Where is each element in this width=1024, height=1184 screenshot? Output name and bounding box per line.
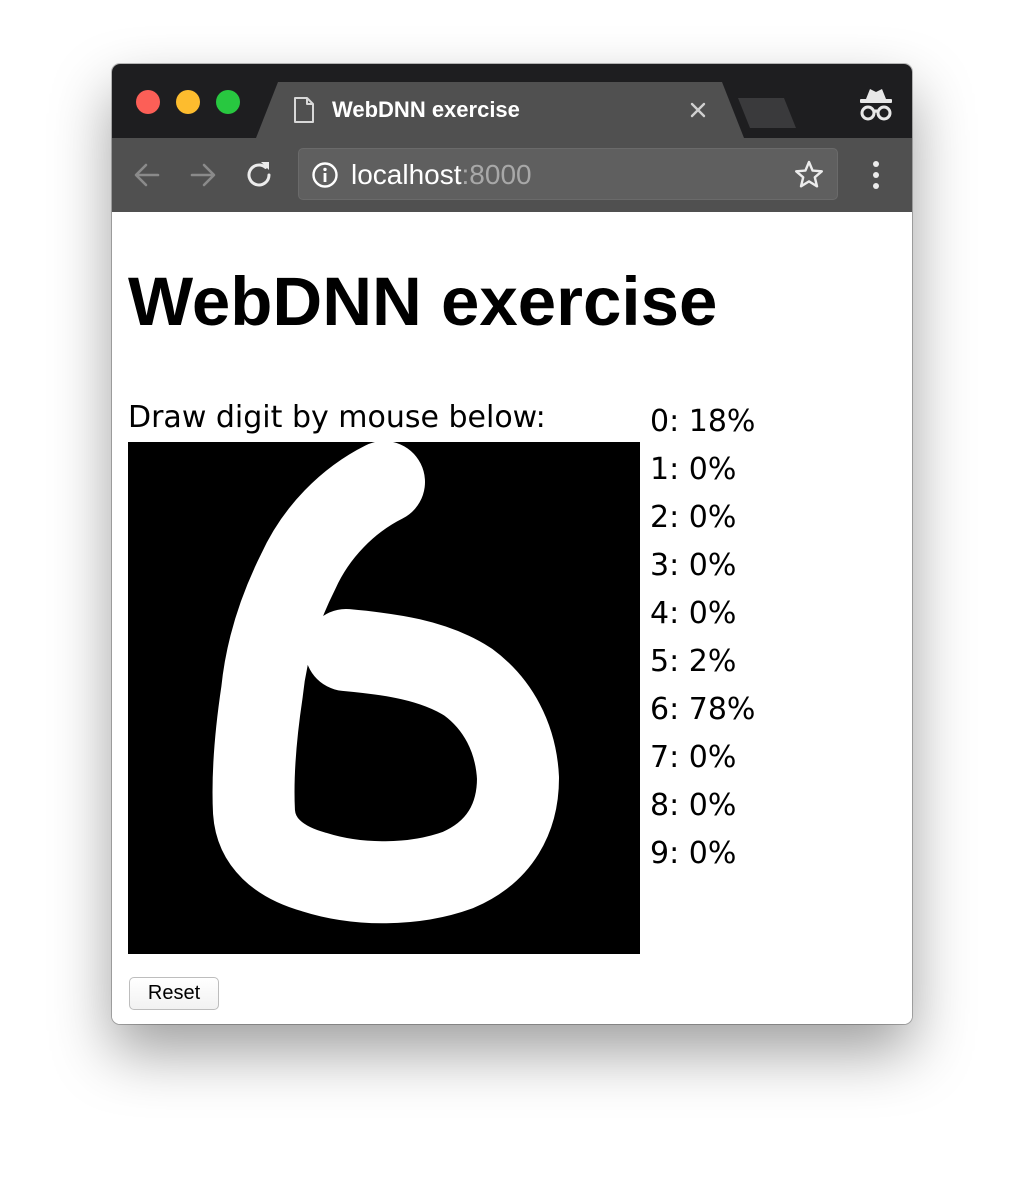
new-tab-button[interactable] xyxy=(738,98,796,128)
page-title: WebDNN exercise xyxy=(128,263,718,340)
prediction-row: 7: 0% xyxy=(650,740,737,775)
url-host: localhost xyxy=(351,159,462,190)
vertical-dots-icon[interactable] xyxy=(866,158,886,192)
browser-toolbar: localhost:8000 xyxy=(112,138,912,212)
reset-button[interactable]: Reset xyxy=(129,977,219,1010)
title-bar: WebDNN exercise xyxy=(112,64,912,138)
tab-webdnn-exercise[interactable]: WebDNN exercise xyxy=(256,82,744,138)
draw-instructions: Draw digit by mouse below: xyxy=(128,400,546,435)
prediction-row: 9: 0% xyxy=(650,836,737,871)
arrow-left-icon[interactable] xyxy=(130,158,164,192)
arrow-right-icon[interactable] xyxy=(186,158,220,192)
zoom-window-button[interactable] xyxy=(216,90,240,114)
prediction-row: 2: 0% xyxy=(650,500,737,535)
browser-window: WebDNN exercise localhost:8000 WebDNN ex… xyxy=(112,64,912,1024)
star-icon[interactable] xyxy=(793,159,825,191)
incognito-icon xyxy=(860,89,892,121)
minimize-window-button[interactable] xyxy=(176,90,200,114)
reload-icon[interactable] xyxy=(242,158,276,192)
prediction-list: 0: 18% 1: 0% 2: 0% 3: 0% 4: 0% 5: 2% 6: … xyxy=(650,398,755,878)
url-port: :8000 xyxy=(461,159,532,190)
drawn-digit-stroke xyxy=(212,441,559,924)
prediction-row: 3: 0% xyxy=(650,548,737,583)
prediction-row: 4: 0% xyxy=(650,596,737,631)
url-text[interactable]: localhost:8000 xyxy=(351,159,532,191)
prediction-row: 0: 18% xyxy=(650,404,756,439)
prediction-row: 1: 0% xyxy=(650,452,737,487)
close-icon[interactable] xyxy=(684,96,712,124)
prediction-row: 5: 2% xyxy=(650,644,737,679)
page-content: WebDNN exercise Draw digit by mouse belo… xyxy=(112,212,912,1024)
close-window-button[interactable] xyxy=(136,90,160,114)
prediction-row: 8: 0% xyxy=(650,788,737,823)
drawing-canvas[interactable] xyxy=(128,441,640,954)
tab-title: WebDNN exercise xyxy=(332,97,520,122)
prediction-row: 6: 78% xyxy=(650,692,756,727)
address-bar[interactable]: localhost:8000 xyxy=(298,148,838,200)
document-icon xyxy=(294,97,314,123)
info-icon[interactable] xyxy=(311,161,339,189)
